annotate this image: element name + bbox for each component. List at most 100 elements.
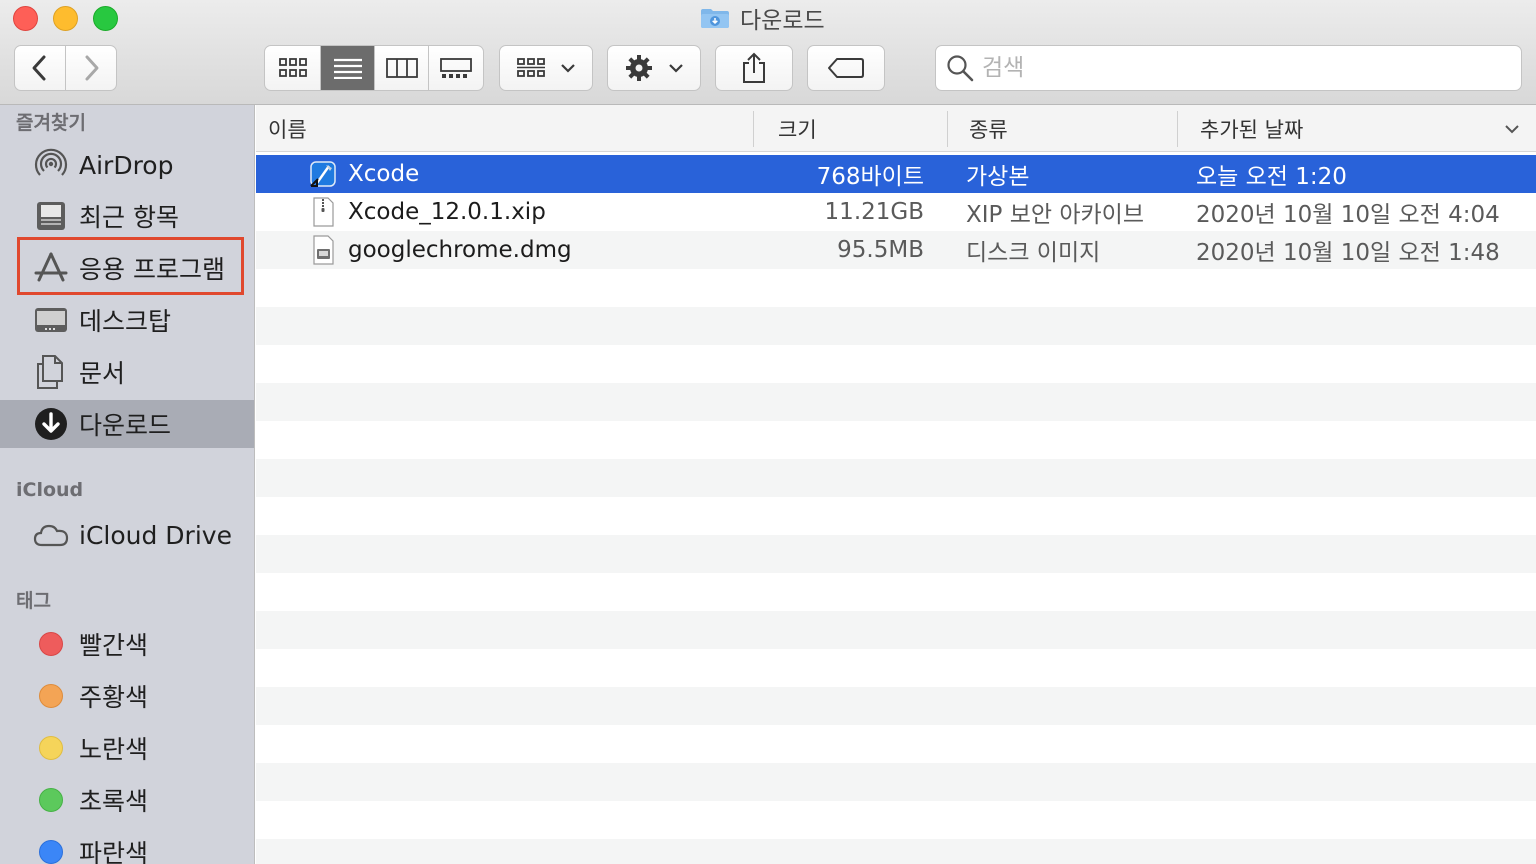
icon-view-button[interactable] xyxy=(265,46,321,90)
sidebar-item-icloud-drive[interactable]: iCloud Drive xyxy=(0,511,254,559)
sidebar-item-label: AirDrop xyxy=(79,150,174,180)
column-divider[interactable] xyxy=(947,111,948,147)
minimize-window-button[interactable] xyxy=(53,6,78,31)
archive-file-icon xyxy=(313,197,334,227)
edit-tags-button[interactable] xyxy=(807,45,885,91)
sidebar-item-label: 파란색 xyxy=(79,839,149,864)
empty-row xyxy=(256,345,1536,383)
file-size: 768바이트 xyxy=(816,164,924,190)
file-row-xcode-xip[interactable]: Xcode_12.0.1.xip 11.21GB XIP 보안 아카이브 202… xyxy=(256,193,1536,231)
share-icon xyxy=(743,52,765,83)
empty-row xyxy=(256,649,1536,687)
sidebar-item-label: iCloud Drive xyxy=(79,520,232,550)
sidebar-tag-orange[interactable]: 주황색 xyxy=(0,672,254,720)
empty-row xyxy=(256,763,1536,801)
columns-icon xyxy=(385,58,418,78)
empty-row xyxy=(256,535,1536,573)
column-header-size[interactable]: 크기 xyxy=(778,105,817,152)
empty-row xyxy=(256,421,1536,459)
column-divider[interactable] xyxy=(1177,111,1178,147)
downloads-icon xyxy=(33,406,69,442)
applications-highlight-box xyxy=(17,237,244,295)
sidebar-tag-red[interactable]: 빨간색 xyxy=(0,620,254,668)
empty-row xyxy=(256,307,1536,345)
action-menu-button[interactable] xyxy=(607,45,701,91)
empty-row xyxy=(256,725,1536,763)
forward-button[interactable] xyxy=(66,46,117,90)
list-icon xyxy=(333,58,362,79)
icloud-section-title: iCloud xyxy=(16,479,84,501)
empty-row xyxy=(256,611,1536,649)
empty-row xyxy=(256,383,1536,421)
group-by-button[interactable] xyxy=(499,45,593,91)
sidebar-item-recents[interactable]: 최근 항목 xyxy=(0,192,254,240)
zoom-window-button[interactable] xyxy=(93,6,118,31)
file-rows: Xcode 768바이트 가상본 오늘 오전 1:20 Xcode_12.0.1… xyxy=(256,155,1536,864)
cloud-icon xyxy=(33,517,69,553)
tag-color-dot xyxy=(39,840,63,864)
empty-row xyxy=(256,269,1536,307)
sidebar-item-label: 주황색 xyxy=(79,683,149,712)
empty-row xyxy=(256,801,1536,839)
desktop-icon xyxy=(33,302,69,338)
empty-row xyxy=(256,497,1536,535)
column-divider[interactable] xyxy=(753,111,754,147)
column-view-button[interactable] xyxy=(375,46,429,90)
file-name: Xcode_12.0.1.xip xyxy=(348,199,546,225)
file-name: googlechrome.dmg xyxy=(348,237,572,263)
chevron-right-icon xyxy=(85,55,99,81)
search-input[interactable] xyxy=(982,55,1502,81)
sidebar-item-label: 최근 항목 xyxy=(79,203,179,232)
favorites-section-title: 즐겨찾기 xyxy=(16,112,86,134)
sidebar-tag-yellow[interactable]: 노란색 xyxy=(0,724,254,772)
share-button[interactable] xyxy=(715,45,793,91)
navigation-buttons xyxy=(14,45,117,91)
sidebar-item-airdrop[interactable]: AirDrop xyxy=(0,141,254,189)
file-kind: 디스크 이미지 xyxy=(966,240,1101,266)
column-header-name[interactable]: 이름 xyxy=(268,105,307,152)
sidebar-item-label: 초록색 xyxy=(79,787,149,816)
empty-row xyxy=(256,459,1536,497)
grid-icon xyxy=(517,58,545,77)
column-header-kind[interactable]: 종류 xyxy=(969,105,1008,152)
file-row-googlechrome-dmg[interactable]: googlechrome.dmg 95.5MB 디스크 이미지 2020년 10… xyxy=(256,231,1536,269)
column-header-date-added[interactable]: 추가된 날짜 xyxy=(1200,105,1303,152)
empty-row xyxy=(256,687,1536,725)
file-name: Xcode xyxy=(348,161,420,187)
sidebar-item-label: 문서 xyxy=(79,359,126,388)
file-date-added: 2020년 10월 10일 오전 1:48 xyxy=(1196,240,1500,266)
sidebar-item-label: 다운로드 xyxy=(79,411,172,440)
airdrop-icon xyxy=(33,147,69,183)
gallery-view-button[interactable] xyxy=(429,46,483,90)
empty-row xyxy=(256,839,1536,864)
sidebar-tag-blue[interactable]: 파란색 xyxy=(0,828,254,864)
close-window-button[interactable] xyxy=(13,6,38,31)
back-button[interactable] xyxy=(15,46,66,90)
file-row-xcode[interactable]: Xcode 768바이트 가상본 오늘 오전 1:20 xyxy=(256,155,1536,193)
sidebar-item-label: 노란색 xyxy=(79,735,149,764)
file-list: 이름 크기 종류 추가된 날짜 Xcode 768바이트 가상본 오늘 오전 1… xyxy=(256,105,1536,864)
sidebar-tag-green[interactable]: 초록색 xyxy=(0,776,254,824)
xcode-alias-icon xyxy=(310,161,336,187)
sidebar-item-label: 빨간색 xyxy=(79,631,149,660)
disk-image-icon xyxy=(313,235,334,265)
sidebar: 즐겨찾기 AirDrop 최근 항목 응용 프로그램 데스크탑 문서 다운로드 … xyxy=(0,105,255,864)
sidebar-item-downloads[interactable]: 다운로드 xyxy=(0,400,254,448)
file-size: 95.5MB xyxy=(837,237,924,263)
sidebar-item-desktop[interactable]: 데스크탑 xyxy=(0,296,254,344)
tag-color-dot xyxy=(39,736,63,760)
view-mode-control xyxy=(264,45,484,91)
window-title: 다운로드 xyxy=(700,4,825,34)
tag-color-dot xyxy=(39,788,63,812)
sidebar-item-documents[interactable]: 문서 xyxy=(0,348,254,396)
search-icon xyxy=(947,55,974,82)
sort-chevron-down-icon[interactable] xyxy=(1504,123,1520,135)
empty-row xyxy=(256,573,1536,611)
file-date-added: 2020년 10월 10일 오전 4:04 xyxy=(1196,202,1500,228)
sidebar-item-label: 데스크탑 xyxy=(79,307,172,336)
downloads-folder-icon xyxy=(701,9,729,28)
search-field[interactable] xyxy=(935,45,1522,91)
window-title-text: 다운로드 xyxy=(740,8,825,34)
list-view-button[interactable] xyxy=(321,46,375,90)
chevron-down-icon xyxy=(561,64,575,73)
